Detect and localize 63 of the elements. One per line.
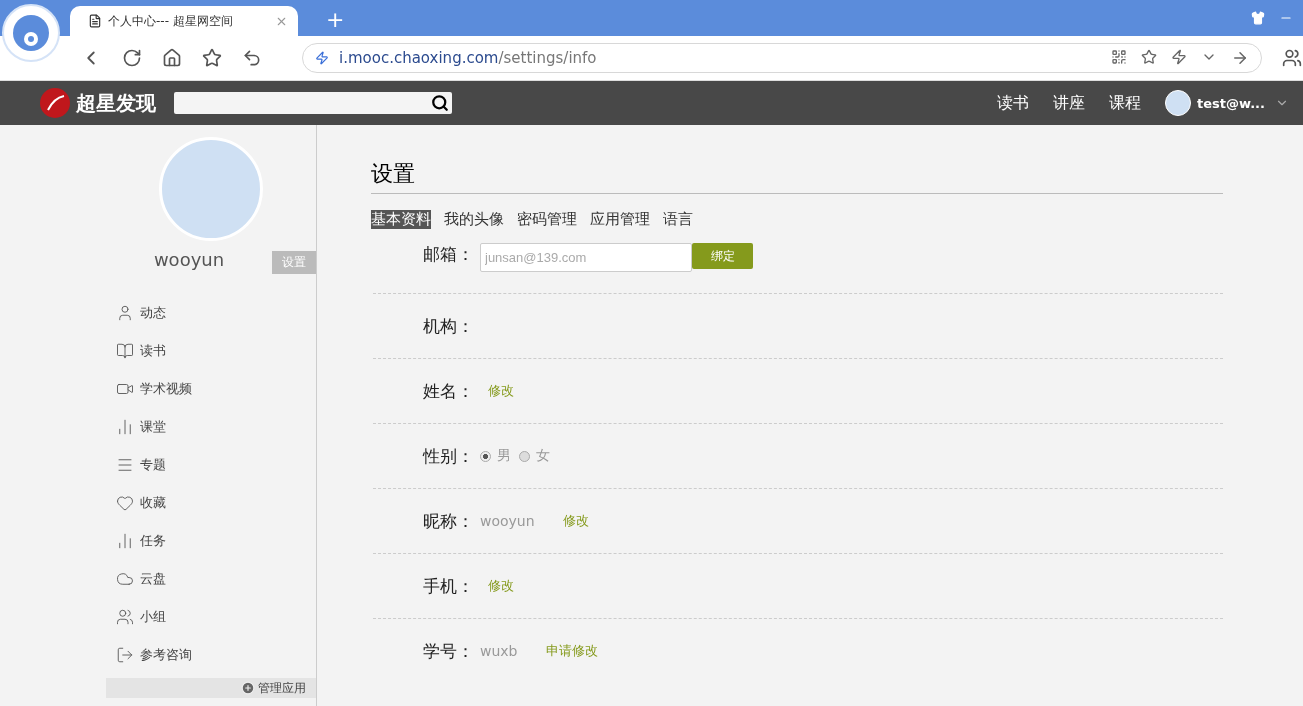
field-value: wooyun <box>480 513 535 529</box>
sidebar-item[interactable]: 课堂 <box>106 408 316 446</box>
go-icon[interactable] <box>1231 49 1249 67</box>
settings-tab[interactable]: 基本资料 <box>371 210 431 229</box>
sidebar-item[interactable]: 收藏 <box>106 484 316 522</box>
field-label: 学号： <box>423 639 474 663</box>
radio-label: 男 <box>497 447 511 465</box>
field-label: 机构： <box>423 314 474 338</box>
search-icon[interactable] <box>431 94 449 112</box>
home-icon[interactable] <box>162 48 182 68</box>
browser-tab[interactable]: 个人中心--- 超星网空间 <box>70 6 298 36</box>
radio-label: 女 <box>536 447 550 465</box>
browser-logo-icon[interactable] <box>2 4 60 62</box>
star-icon[interactable] <box>202 48 222 68</box>
star-icon[interactable] <box>1141 49 1157 65</box>
field-label: 手机： <box>423 574 474 598</box>
sidebar-item[interactable]: 读书 <box>106 332 316 370</box>
cloud-icon <box>116 570 134 588</box>
sidebar-item[interactable]: 小组 <box>106 598 316 636</box>
field-value: wuxb <box>480 643 518 659</box>
settings-tab[interactable]: 语言 <box>663 210 693 229</box>
shirt-icon[interactable] <box>1251 11 1265 25</box>
page-title: 设置 <box>371 159 1223 194</box>
site-logo-icon <box>40 88 70 118</box>
settings-tab[interactable]: 密码管理 <box>517 210 577 229</box>
sidebar-item[interactable]: 动态 <box>106 294 316 332</box>
url-text: i.mooc.chaoxing.com/settings/info <box>339 49 597 67</box>
heart-icon <box>116 494 134 512</box>
sidebar-item[interactable]: 参考咨询 <box>106 636 316 674</box>
radio-button[interactable] <box>480 450 491 462</box>
username: wooyun <box>153 249 225 270</box>
lightning-icon[interactable] <box>1171 49 1187 65</box>
page-icon <box>88 14 102 28</box>
undo-icon[interactable] <box>242 48 262 68</box>
group-icon <box>116 608 134 626</box>
search-field[interactable] <box>174 92 452 114</box>
nav-link[interactable]: 课程 <box>1109 92 1141 114</box>
settings-tab[interactable]: 应用管理 <box>590 210 650 229</box>
bars-icon <box>116 532 134 550</box>
sidebar-item[interactable]: 任务 <box>106 522 316 560</box>
nav-link[interactable]: 讲座 <box>1053 92 1085 114</box>
settings-tab[interactable]: 我的头像 <box>444 210 504 229</box>
sidebar-item[interactable]: 学术视频 <box>106 370 316 408</box>
user-avatar[interactable] <box>1165 90 1191 116</box>
field-label: 姓名： <box>423 379 474 403</box>
sidebar-item[interactable]: 云盘 <box>106 560 316 598</box>
field-label: 性别： <box>423 444 474 468</box>
person-icon <box>116 304 134 322</box>
field-label: 昵称： <box>423 509 474 533</box>
tab-title: 个人中心--- 超星网空间 <box>108 12 234 30</box>
nav-link[interactable]: 读书 <box>997 92 1029 114</box>
radio-button[interactable] <box>519 450 530 462</box>
site-logo-text[interactable]: 超星发现 <box>76 89 156 117</box>
sidebar-item[interactable]: 专题 <box>106 446 316 484</box>
exit-icon <box>116 646 134 664</box>
qr-code-icon[interactable] <box>1111 49 1127 65</box>
lines-icon <box>116 456 134 474</box>
user-name[interactable]: test@w... <box>1197 95 1265 111</box>
book-icon <box>116 342 134 360</box>
reload-icon[interactable] <box>122 48 142 68</box>
plus-icon <box>241 681 255 695</box>
email-field[interactable]: junsan@139.com <box>480 243 692 272</box>
field-label: 邮箱： <box>423 243 474 266</box>
